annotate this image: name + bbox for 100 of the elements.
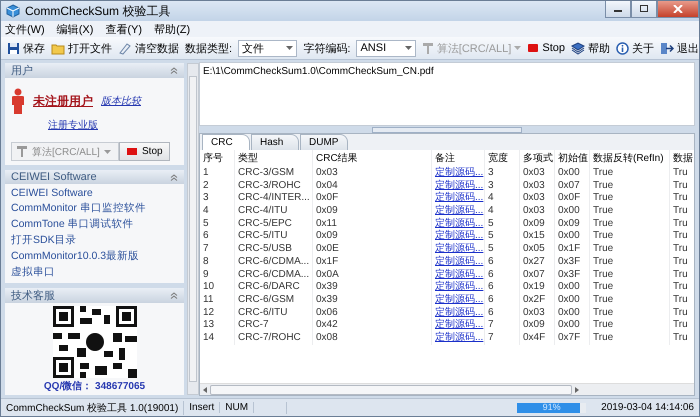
splitter-handle[interactable] [372,126,522,132]
menu-item[interactable]: 查看(Y) [105,22,142,36]
source-code-link[interactable]: 定制源码... [435,319,484,330]
source-code-link[interactable]: 定制源码... [435,218,484,229]
table-cell: 0x09 [558,218,580,229]
column-header[interactable]: 类型 [238,153,258,164]
exit-icon [660,42,674,54]
source-code-link[interactable]: 定制源码... [435,192,484,204]
table-cell: 4 [488,192,494,204]
stop-button[interactable]: Stop [527,42,565,54]
column-header[interactable]: 数据 [673,153,693,164]
select-field[interactable]: 文件 [238,40,298,56]
column-header[interactable]: 初始值 [558,153,588,164]
scroll-left-icon[interactable] [203,386,207,392]
collapse-icon[interactable] [170,292,178,299]
table-cell: 0x19 [523,281,545,292]
table-cell: 13 [203,319,214,330]
software-link[interactable]: CEIWEI Software [11,187,178,199]
minimize-button[interactable] [605,1,631,18]
collapse-icon[interactable] [170,174,178,180]
close-icon [673,5,683,13]
tab[interactable]: Hash [251,134,299,150]
exit-button[interactable]: 退出 [660,40,699,56]
software-link[interactable]: 打开SDK目录 [11,233,178,247]
folder-icon [51,42,65,54]
table-cell: Tru [673,306,688,318]
menu-item[interactable]: 文件(W) [5,22,45,36]
source-code-link[interactable]: 定制源码... [435,332,484,343]
open-file-button[interactable]: 打开文件 [51,40,112,56]
stop-button[interactable]: Stop [119,142,170,161]
table-cell: CRC-6/DARC [238,281,300,292]
menu-item[interactable]: 帮助(Z) [154,22,190,36]
column-header[interactable]: 数据反转(RefIn) [593,153,664,164]
table-cell: CRC-6/GSM [238,294,294,305]
close-button[interactable] [657,1,699,18]
hammer-icon [16,145,28,158]
progress-text: 91% [542,402,562,412]
source-code-link[interactable]: 定制源码... [435,205,484,216]
table-cell: 0x09 [523,319,545,330]
tab[interactable]: CRC [202,134,250,150]
source-code-link[interactable]: 定制源码... [435,306,484,318]
scrollbar[interactable] [200,383,694,395]
register-link[interactable]: 注册专业版 [48,118,178,132]
status-text: NUM [220,402,254,413]
table-cell: 0x39 [316,294,338,305]
compare-link[interactable]: 版本比较 [101,94,141,108]
table-cell: 0x03 [523,306,545,318]
help-button[interactable]: 帮助 [571,40,610,56]
scrollbar[interactable] [187,63,199,395]
source-code-link[interactable]: 定制源码... [435,281,484,292]
software-link[interactable]: CommMonitor10.0.3最新版 [11,249,178,263]
table-cell: True [593,268,614,280]
table-cell: 6 [488,294,494,305]
tab[interactable]: DUMP [300,134,348,150]
table-cell: 0x0F [316,192,338,204]
source-code-link[interactable]: 定制源码... [435,243,484,254]
about-button[interactable]: 关于 [616,40,654,56]
table-cell: Tru [673,180,688,191]
software-link[interactable]: 虚拟串口 [11,265,178,279]
table-cell: 6 [488,306,494,318]
table-cell: 4 [488,205,494,216]
table-cell: 10 [203,281,214,292]
source-code-link[interactable]: 定制源码... [435,256,484,267]
clear-button[interactable]: 清空数据 [118,40,179,56]
column-header[interactable]: 多项式 [523,153,553,164]
table-cell: 6 [203,230,209,242]
table-cell: 0x07 [523,268,545,280]
status-text: CommCheckSum 校验工具 1.0(19001) [1,400,184,414]
column-header[interactable]: 序号 [203,153,223,164]
maximize-button[interactable] [631,1,657,18]
table-cell: 7 [203,243,209,254]
table-cell: 11 [203,294,214,305]
column-header[interactable]: CRC结果 [316,153,358,164]
save-button[interactable]: 保存 [7,40,45,56]
table-cell: Tru [673,294,688,305]
panel-header[interactable]: 技术客服 [5,288,184,303]
column-header[interactable]: 宽度 [488,153,508,164]
software-link[interactable]: CommTone 串口调试软件 [11,217,178,231]
menu-item[interactable]: 编辑(X) [56,22,94,36]
source-code-link[interactable]: 定制源码... [435,294,484,305]
software-link[interactable]: CommMonitor 串口监控软件 [11,201,178,215]
table-cell: True [593,256,614,267]
table-cell: CRC-5/USB [238,243,292,254]
table-cell: CRC-4/INTER... [238,192,310,204]
select-field[interactable]: ANSI [356,40,416,56]
source-code-link[interactable]: 定制源码... [435,180,484,191]
source-code-link[interactable]: 定制源码... [435,230,484,242]
column-header[interactable]: 备注 [435,153,455,164]
table-cell: 0x11 [316,218,337,229]
table-cell: 0x0E [316,243,339,254]
window-title: CommCheckSum 校验工具 [25,2,172,20]
collapse-icon[interactable] [170,67,178,74]
source-code-link[interactable]: 定制源码... [435,268,484,280]
panel-header[interactable]: CEIWEI Software [5,170,184,184]
table-cell: 0x03 [523,205,545,216]
scroll-right-icon[interactable] [575,386,579,392]
panel-header[interactable]: 用户 [5,63,184,78]
source-code-link[interactable]: 定制源码... [435,167,484,178]
table-cell: 0x00 [558,205,580,216]
table-cell: 0x00 [558,319,580,330]
